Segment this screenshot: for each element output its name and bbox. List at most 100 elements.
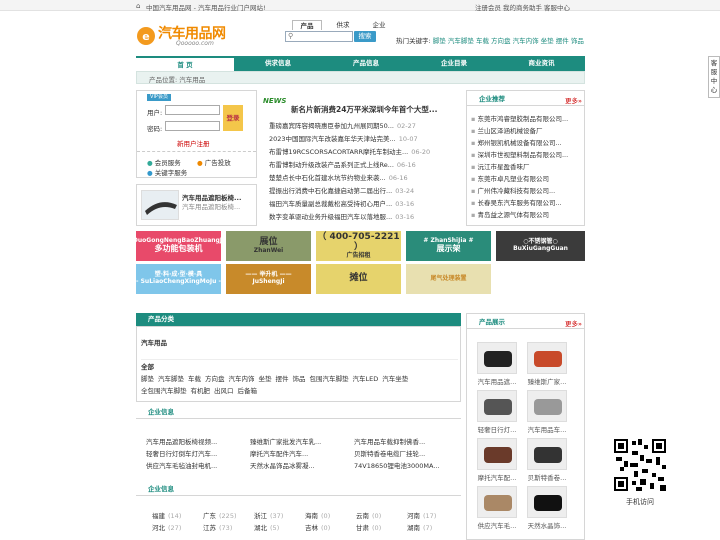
region-item[interactable]: 广东 (225) <box>203 510 251 520</box>
category-tag[interactable]: 出风口 <box>214 385 234 397</box>
news-item[interactable]: 2023中国国际汽车改装嘉年华天津站完美... 10-07 <box>269 133 459 143</box>
news-item[interactable]: 楚楚点长中石化首建水坑节约物业来袭... 06-16 <box>269 172 459 182</box>
nav-home[interactable]: 首 页 <box>136 56 234 71</box>
product-image[interactable] <box>527 438 567 470</box>
password-input[interactable] <box>165 121 220 131</box>
product-caption[interactable]: 臻维斯广家... <box>524 376 570 386</box>
product-image[interactable] <box>477 438 517 470</box>
hot-keyword[interactable]: 坐垫 <box>541 37 554 45</box>
hot-keyword[interactable]: 汽车脚垫 <box>448 37 474 45</box>
service-link-member[interactable]: ● 会员服务 <box>147 157 181 167</box>
region-item[interactable]: 河北 (27) <box>152 522 200 532</box>
biz-item[interactable]: 供应汽车毛毡油封电机... <box>146 460 246 470</box>
search-tab-product[interactable]: 产品 <box>292 20 322 30</box>
site-logo[interactable]: e 汽车用品网 Qooooo.com <box>136 21 240 51</box>
category-tag[interactable]: 汽车坐垫 <box>382 373 408 385</box>
product-caption[interactable]: 供应汽车毛... <box>474 520 520 530</box>
ad-banner[interactable]: ○不锈钢管○ BuXiuGangGuan <box>496 231 585 261</box>
biz-item[interactable]: 轻奢日行灯倒车灯汽车... <box>146 448 246 458</box>
region-item[interactable]: 湖北 (5) <box>254 522 302 532</box>
category-tag[interactable]: 饰品 <box>293 373 306 385</box>
company-more-link[interactable]: 更多» <box>565 95 582 105</box>
category-main[interactable]: 汽车用品 <box>141 337 167 347</box>
company-item[interactable]: ▪ 青岛益之源气体有限公司 <box>471 209 583 219</box>
news-item[interactable]: 布雷博制动升级改装产品系列正式上线Re... 06-16 <box>269 159 459 169</box>
product-image[interactable] <box>527 390 567 422</box>
category-tag[interactable]: 摆件 <box>276 373 289 385</box>
hot-keyword[interactable]: 方向盘 <box>491 37 511 45</box>
category-tag[interactable]: 坐垫 <box>259 373 272 385</box>
company-item[interactable]: ▪ 兰山区泽涵机械设备厂 <box>471 125 583 135</box>
company-item[interactable]: ▪ 郑州银凯机械设备有限公司... <box>471 137 583 147</box>
biz-item[interactable]: 摩托汽车配件汽车... <box>250 448 350 458</box>
company-item[interactable]: ▪ 广州伟冷藏科技有限公司... <box>471 185 583 195</box>
login-button[interactable]: 登录 <box>223 105 243 131</box>
company-item[interactable]: ▪ 沅江市星盈香味厂 <box>471 161 583 171</box>
home-icon[interactable]: ⌂ <box>136 2 140 10</box>
category-tag[interactable]: 汽车脚垫 <box>158 373 184 385</box>
ad-banner[interactable]: DuoGongNengBaoZhuangJi 多功能包装机 <box>133 231 224 261</box>
ad-banner[interactable]: 塑·料·成·型·模·具 - SuLiaoChengXingMoJu - <box>136 264 221 294</box>
service-link-keyword[interactable]: ● 关键字服务 <box>147 167 187 177</box>
news-item[interactable]: 提振出行消费中石化嘉捷启动第二届出行... 03-24 <box>269 185 459 195</box>
company-item[interactable]: ▪ 东莞市卓凡塑业有限公司 <box>471 173 583 183</box>
news-headline[interactable]: 新名片新消费24万平米深圳今年首个大型... <box>291 104 459 115</box>
product-image[interactable] <box>477 342 517 374</box>
hot-keyword[interactable]: 摆件 <box>556 37 569 45</box>
category-tag[interactable]: 包围汽车脚垫 <box>310 373 349 385</box>
category-tag[interactable]: 车载 <box>188 373 201 385</box>
biz-item[interactable]: 天然水晶饰品冰雾凝... <box>250 460 350 470</box>
product-caption[interactable]: 轻奢日行灯... <box>474 424 520 434</box>
region-item[interactable]: 江苏 (73) <box>203 522 251 532</box>
ad-banner[interactable]: （ 400-705-2221 ）广告招租 <box>316 231 401 261</box>
category-tag[interactable]: 方向盘 <box>205 373 225 385</box>
category-tag[interactable]: 后备箱 <box>238 385 258 397</box>
product-caption[interactable]: 摩托汽车配... <box>474 472 520 482</box>
company-item[interactable]: ▪ 深圳市世视塑料制品有限公司... <box>471 149 583 159</box>
ad-banner[interactable]: 展位 ZhanWei <box>226 231 311 261</box>
category-all[interactable]: 全部 <box>141 361 154 371</box>
register-link[interactable]: 注册会员 <box>475 2 501 12</box>
news-item[interactable]: 布雷博19RCSCORSACORTARR摩托车制动主... 06-20 <box>269 146 459 156</box>
region-item[interactable]: 吉林 (0) <box>305 522 353 532</box>
category-tag[interactable]: 有机肥 <box>191 385 211 397</box>
region-item[interactable]: 甘肃 (0) <box>356 522 404 532</box>
nav-products[interactable]: 产品信息 <box>322 56 410 71</box>
category-tag[interactable]: 汽车LED <box>353 373 379 385</box>
region-item[interactable]: 浙江 (37) <box>254 510 302 520</box>
region-item[interactable]: 云南 (0) <box>356 510 404 520</box>
product-more-link[interactable]: 更多» <box>565 318 582 328</box>
hot-keyword[interactable]: 饰品 <box>571 37 584 45</box>
register-link[interactable]: 新用户注册 <box>177 138 210 148</box>
service-link-ads[interactable]: ● 广告投放 <box>197 157 231 167</box>
hot-keyword[interactable]: 脚垫 <box>433 37 446 45</box>
nav-news[interactable]: 商业资讯 <box>498 56 585 71</box>
category-tag[interactable]: 脚垫 <box>141 373 154 385</box>
biz-item[interactable]: 汽车用品遮阳板椅视频... <box>146 436 246 446</box>
category-tag[interactable]: 全包围汽车脚垫 <box>141 385 187 397</box>
side-service-button[interactable]: 客服中心 <box>708 56 720 98</box>
category-tag[interactable]: 汽车内饰 <box>229 373 255 385</box>
hot-keyword[interactable]: 汽车内饰 <box>513 37 539 45</box>
region-item[interactable]: 海南 (0) <box>305 510 353 520</box>
company-item[interactable]: ▪ 长春吴东汽车服务有限公司... <box>471 197 583 207</box>
promo-box[interactable]: 汽车用品遮阳板椅... 汽车用品遮阳板椅... <box>136 184 257 226</box>
product-caption[interactable]: 天然水晶饰... <box>524 520 570 530</box>
product-image[interactable] <box>477 390 517 422</box>
ad-banner[interactable]: 尾气处理装置 <box>406 264 491 294</box>
biz-item[interactable]: 74V18650锂电池3000MA... <box>354 460 454 470</box>
product-caption[interactable]: 汽车用品车... <box>524 424 570 434</box>
biz-item[interactable]: 汽车用品车载抑制佛香... <box>354 436 454 446</box>
nav-companies[interactable]: 企业目录 <box>410 56 498 71</box>
username-input[interactable] <box>165 105 220 115</box>
product-image[interactable] <box>527 342 567 374</box>
service-center-link[interactable]: 客服中心 <box>544 2 570 12</box>
news-item[interactable]: 福田汽车质量副总裁戴松高受持初心用户... 03-16 <box>269 198 459 208</box>
news-item[interactable]: 数字变革驱动业务升级福田汽车以落地服... 03-16 <box>269 211 459 221</box>
assistant-link[interactable]: 我的商务助手 <box>503 2 542 12</box>
hot-keyword[interactable]: 车载 <box>476 37 489 45</box>
product-caption[interactable]: 汽车用品遮... <box>474 376 520 386</box>
ad-banner[interactable]: —— 举升机 —— JuShengJi <box>226 264 311 294</box>
product-caption[interactable]: 贝斯特香卷... <box>524 472 570 482</box>
biz-item[interactable]: 臻维斯广家批发汽车乳... <box>250 436 350 446</box>
